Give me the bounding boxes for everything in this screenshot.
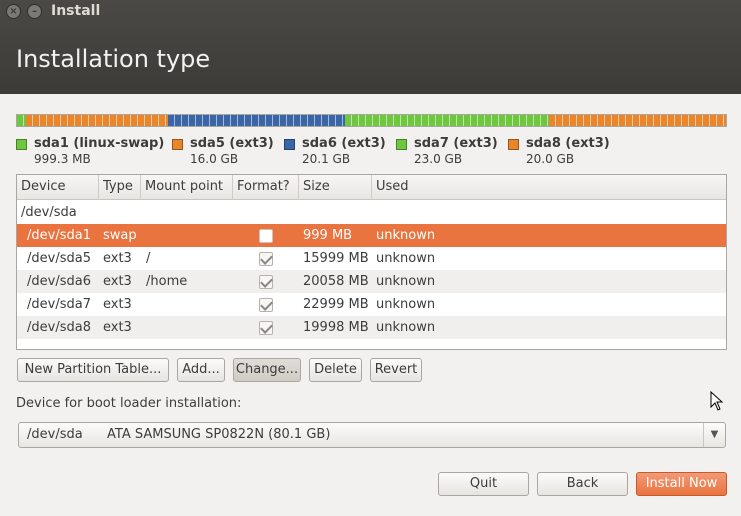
disk-name: /dev/sda <box>21 205 77 220</box>
bar-segment-sda5 <box>25 115 168 126</box>
cell-type: ext3 <box>103 320 132 335</box>
table-row[interactable]: /dev/sda8 ext3 19998 MB unknown <box>17 316 726 339</box>
column-used[interactable]: Used <box>372 175 728 200</box>
column-format[interactable]: Format? <box>233 175 299 200</box>
legend-size: 23.0 GB <box>414 152 463 166</box>
window-titlebar: × – Install Installation type <box>0 0 741 94</box>
table-row[interactable]: /dev/sda7 ext3 22999 MB unknown <box>17 293 726 316</box>
cell-type: ext3 <box>103 297 132 312</box>
cell-size: 999 MB <box>303 228 353 243</box>
table-header: Device Type Mount point Format? Size Use… <box>17 175 726 200</box>
cell-device: /dev/sda7 <box>27 297 91 312</box>
legend-size: 20.1 GB <box>302 152 351 166</box>
minimize-window-button[interactable]: – <box>27 4 42 19</box>
back-button[interactable]: Back <box>537 472 628 496</box>
close-window-button[interactable]: × <box>6 4 21 19</box>
legend-name: sda6 (ext3) <box>302 136 386 151</box>
cell-used: unknown <box>376 297 436 312</box>
bar-segment-sda6 <box>167 115 346 126</box>
legend-name: sda7 (ext3) <box>414 136 498 151</box>
legend-swatch <box>16 139 27 150</box>
quit-button[interactable]: Quit <box>438 472 529 496</box>
partition-table: Device Type Mount point Format? Size Use… <box>16 174 727 350</box>
column-size[interactable]: Size <box>299 175 372 200</box>
cell-used: unknown <box>376 274 436 289</box>
cell-device: /dev/sda5 <box>27 251 91 266</box>
legend-name: sda1 (linux-swap) <box>34 136 165 151</box>
page-title: Installation type <box>16 45 211 73</box>
column-mount-point[interactable]: Mount point <box>141 175 233 200</box>
cell-type: ext3 <box>103 251 132 266</box>
chevron-down-icon[interactable]: ▼ <box>703 423 725 447</box>
new-partition-table-button[interactable]: New Partition Table... <box>17 358 169 382</box>
bar-segment-sda7 <box>345 115 549 126</box>
partition-legend: sda1 (linux-swap) 999.3 MB sda5 (ext3) 16.0… <box>16 136 727 168</box>
install-now-button[interactable]: Install Now <box>636 472 727 496</box>
change-partition-button[interactable]: Change... <box>233 358 301 382</box>
cell-type: ext3 <box>103 274 132 289</box>
table-row[interactable]: /dev/sda5 ext3 / 15999 MB unknown <box>17 247 726 270</box>
legend-swatch <box>284 139 295 150</box>
legend-size: 20.0 GB <box>526 152 575 166</box>
legend-name: sda8 (ext3) <box>526 136 610 151</box>
cell-size: 19998 MB <box>303 320 369 335</box>
boot-loader-label: Device for boot loader installation: <box>16 396 242 411</box>
cell-type: swap <box>103 228 137 243</box>
cell-mount: / <box>146 251 151 266</box>
format-checkbox[interactable] <box>259 298 273 312</box>
mouse-pointer-icon <box>710 391 724 411</box>
add-partition-button[interactable]: Add... <box>177 358 225 382</box>
legend-swatch <box>396 139 407 150</box>
minimize-icon: – <box>32 6 37 17</box>
table-row[interactable]: /dev/sda6 ext3/home 20058 MB unknown <box>17 270 726 293</box>
window-title: Install <box>51 3 101 19</box>
legend-name: sda5 (ext3) <box>190 136 274 151</box>
cell-device: /dev/sda8 <box>27 320 91 335</box>
format-checkbox[interactable] <box>259 321 273 335</box>
cell-device: /dev/sda6 <box>27 274 91 289</box>
legend-size: 999.3 MB <box>34 152 91 166</box>
boot-loader-device-description: ATA SAMSUNG SP0822N (80.1 GB) <box>107 427 331 442</box>
cell-size: 15999 MB <box>303 251 369 266</box>
column-type[interactable]: Type <box>99 175 141 200</box>
revert-button[interactable]: Revert <box>370 358 422 382</box>
delete-partition-button[interactable]: Delete <box>309 358 362 382</box>
cell-mount: /home <box>146 274 188 289</box>
format-checkbox[interactable] <box>259 275 273 289</box>
legend-swatch <box>172 139 183 150</box>
bar-segment-sda1 <box>17 115 26 126</box>
format-checkbox[interactable] <box>259 229 273 243</box>
legend-size: 16.0 GB <box>190 152 239 166</box>
cell-device: /dev/sda1 <box>27 228 91 243</box>
legend-swatch <box>508 139 519 150</box>
cell-used: unknown <box>376 320 436 335</box>
table-row[interactable]: /dev/sda1 swap 999 MB unknown <box>17 224 726 247</box>
partition-usage-bar <box>16 114 727 127</box>
table-row-disk[interactable]: /dev/sda <box>17 201 726 224</box>
cell-used: unknown <box>376 251 436 266</box>
format-checkbox[interactable] <box>259 252 273 266</box>
bar-segment-sda8 <box>548 115 726 126</box>
boot-loader-device-select[interactable]: /dev/sda ATA SAMSUNG SP0822N (80.1 GB) ▼ <box>18 422 726 448</box>
boot-loader-device: /dev/sda <box>27 427 83 442</box>
column-device[interactable]: Device <box>17 175 99 200</box>
cell-size: 22999 MB <box>303 297 369 312</box>
close-icon: × <box>9 6 18 17</box>
cell-used: unknown <box>376 228 436 243</box>
cell-size: 20058 MB <box>303 274 369 289</box>
